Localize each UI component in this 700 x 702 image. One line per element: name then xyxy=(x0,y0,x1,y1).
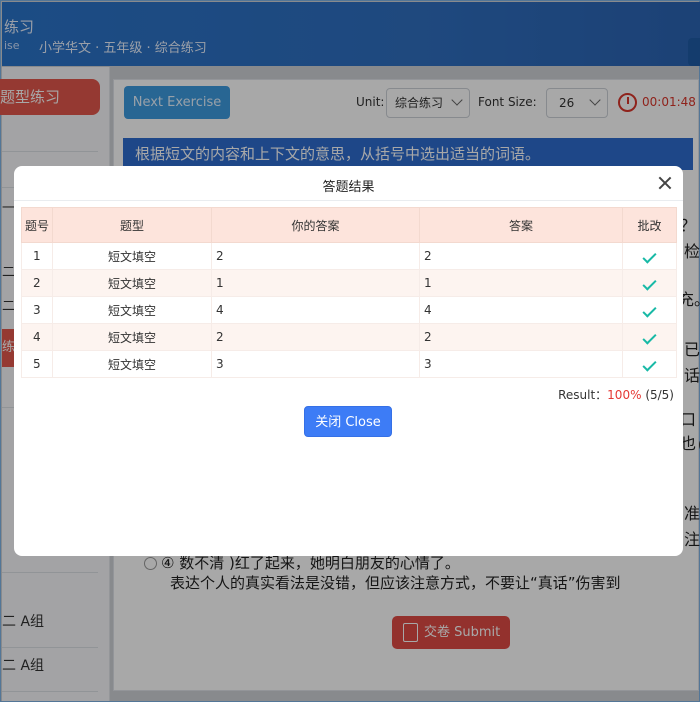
column-header-answer: 答案 xyxy=(419,207,623,243)
table-header-row: 题号 题型 你的答案 答案 批改 xyxy=(21,207,677,243)
cell-your-answer: 4 xyxy=(211,296,420,324)
column-header-your-answer: 你的答案 xyxy=(211,207,420,243)
cell-your-answer: 2 xyxy=(211,242,420,270)
check-icon xyxy=(642,276,657,291)
cell-grading xyxy=(622,296,677,324)
cell-answer: 2 xyxy=(419,323,623,351)
results-table: 题号 题型 你的答案 答案 批改 1 短文填空 2 2 2 短文填空 1 1 3… xyxy=(21,207,677,378)
table-row: 5 短文填空 3 3 xyxy=(21,350,677,378)
results-dialog: 答题结果 题号 题型 你的答案 答案 批改 1 短文填空 2 2 2 短文填空 … xyxy=(14,166,683,556)
cell-answer: 3 xyxy=(419,350,623,378)
column-header-number: 题号 xyxy=(21,207,53,243)
check-icon xyxy=(642,330,657,345)
cell-grading xyxy=(622,269,677,297)
cell-type: 短文填空 xyxy=(52,242,212,270)
cell-number: 4 xyxy=(21,323,53,351)
result-label: Result： xyxy=(558,388,608,402)
cell-your-answer: 1 xyxy=(211,269,420,297)
cell-grading xyxy=(622,350,677,378)
result-percent: 100% xyxy=(607,388,642,402)
dialog-title: 答题结果 xyxy=(322,180,375,195)
table-row: 2 短文填空 1 1 xyxy=(21,269,677,297)
cell-answer: 2 xyxy=(419,242,623,270)
cell-answer: 4 xyxy=(419,296,623,324)
divider xyxy=(14,200,683,201)
cell-your-answer: 2 xyxy=(211,323,420,351)
result-count: (5/5) xyxy=(645,388,674,402)
cell-type: 短文填空 xyxy=(52,269,212,297)
close-icon[interactable] xyxy=(657,175,673,191)
check-icon xyxy=(642,249,657,264)
cell-number: 2 xyxy=(21,269,53,297)
cell-type: 短文填空 xyxy=(52,350,212,378)
cell-grading xyxy=(622,242,677,270)
result-summary: Result：100% (5/5) xyxy=(558,386,674,403)
check-icon xyxy=(642,357,657,372)
cell-number: 1 xyxy=(21,242,53,270)
column-header-type: 题型 xyxy=(52,207,212,243)
cell-grading xyxy=(622,323,677,351)
table-row: 1 短文填空 2 2 xyxy=(21,242,677,270)
check-icon xyxy=(642,303,657,318)
cell-number: 3 xyxy=(21,296,53,324)
cell-your-answer: 3 xyxy=(211,350,420,378)
cell-type: 短文填空 xyxy=(52,323,212,351)
cell-number: 5 xyxy=(21,350,53,378)
close-button[interactable]: 关闭 Close xyxy=(304,406,392,437)
table-row: 4 短文填空 2 2 xyxy=(21,323,677,351)
table-row: 3 短文填空 4 4 xyxy=(21,296,677,324)
column-header-grading: 批改 xyxy=(622,207,677,243)
cell-type: 短文填空 xyxy=(52,296,212,324)
cell-answer: 1 xyxy=(419,269,623,297)
